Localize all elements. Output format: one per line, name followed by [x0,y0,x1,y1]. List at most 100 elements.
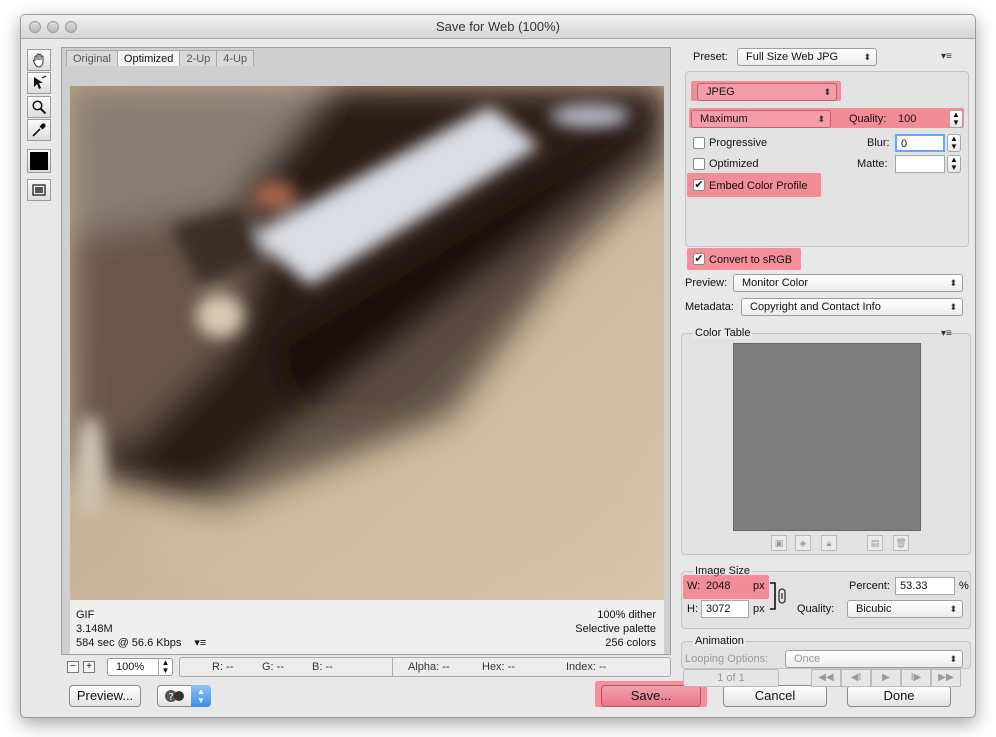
chevron-updown-icon: ⬍ [863,52,871,62]
next-frame-button[interactable]: I▶ [901,669,931,687]
preview-in-browser-button[interactable]: Preview... [69,685,141,707]
done-button[interactable]: Done [847,685,951,707]
progressive-checkbox[interactable] [693,137,705,149]
blur-stepper[interactable]: ▲ ▼ [947,134,961,152]
blur-label: Blur: [867,137,890,149]
optimized-checkbox[interactable] [693,158,705,170]
quality-input[interactable]: 100 [893,110,949,128]
resample-quality-label: Quality: [797,603,835,615]
tab-original[interactable]: Original [66,50,118,66]
image-info-bar: GIF 3.148M 584 sec @ 56.6 Kbps ▾≡ 100% d… [70,600,664,654]
play-button[interactable]: ▶ [871,669,901,687]
color-table-menu-icon[interactable]: ▾≡ [941,328,952,339]
pixel-info-bar: R: -- G: -- B: -- Alpha: -- Hex: -- Inde… [179,657,671,677]
blue-value: B: -- [312,661,333,673]
looping-options-select[interactable]: Once ⬍ [785,650,963,668]
zoom-in-button[interactable]: + [83,661,95,673]
eyedropper-tool-icon [32,123,46,137]
chevron-updown-icon: ⬍ [949,278,957,288]
new-color-icon[interactable]: ▤ [867,535,883,551]
window-title: Save for Web (100%) [435,19,561,34]
file-format-value: JPEG [706,86,735,98]
optimization-settings-panel: Preset: Full Size Web JPG ⬍ ▾≡ JPEG ⬍ Maxi… [681,47,971,687]
preview-label: Preview: [685,277,728,289]
download-speed-menu-icon[interactable]: ▾≡ [194,637,206,649]
first-frame-button[interactable]: ◀◀ [811,669,841,687]
colors-info: 256 colors [605,637,656,649]
toggle-slices-icon [32,184,46,196]
tab-2-up[interactable]: 2-Up [179,50,218,66]
progressive-label: Progressive [709,137,768,149]
zoom-tool-button[interactable] [27,96,51,118]
help-icon: ? [165,690,184,703]
height-unit: px [753,603,765,615]
resample-quality-select[interactable]: Bicubic ⬍ [847,600,963,618]
animation-title: Animation [693,635,746,647]
zoom-stepper-icon: ▲ ▼ [158,658,172,676]
hand-tool-button[interactable] [27,49,51,71]
frame-counter: 1 of 1 [683,669,779,687]
hand-tool-icon [33,53,44,68]
compression-quality-select[interactable]: Maximum ⬍ [691,110,831,128]
preset-value: Full Size Web JPG [746,51,839,63]
optimized-image-preview[interactable] [70,86,664,600]
zoom-window-button[interactable] [65,21,77,33]
previous-frame-button[interactable]: ◀I [841,669,871,687]
width-input[interactable]: 2048 [701,577,749,595]
quality-stepper[interactable]: ▲ ▼ [949,110,963,128]
save-for-web-window: Save for Web (100%) Original Optimized 2… [20,14,976,718]
preset-label: Preset: [693,51,728,63]
alpha-value: Alpha: -- [408,661,450,673]
matte-swatch[interactable] [895,155,945,173]
zoom-level-value: 100% [116,661,145,673]
eyedropper-color-swatch[interactable] [27,149,51,173]
zoom-level-select[interactable]: 100% ▲ ▼ [107,658,173,676]
constrain-proportions-link-icon[interactable] [769,581,793,611]
color-table-swatches[interactable] [733,343,921,531]
zoom-out-button[interactable]: − [67,661,79,673]
looping-options-label: Looping Options: [685,653,769,665]
width-label: W: [687,580,701,592]
chevron-updown-icon: ⬍ [817,114,825,124]
convert-to-srgb-label: Convert to sRGB [709,254,793,266]
tab-4-up[interactable]: 4-Up [216,50,255,66]
preview-color-select[interactable]: Monitor Color ⬍ [733,274,963,292]
preset-select[interactable]: Full Size Web JPG ⬍ [737,48,877,66]
palette-info: Selective palette [575,623,656,635]
close-window-button[interactable] [29,21,41,33]
blur-input[interactable]: 0 [895,134,945,152]
percent-unit: % [959,580,969,592]
metadata-select[interactable]: Copyright and Contact Info ⬍ [741,298,963,316]
map-transparency-icon[interactable]: ▣ [771,535,787,551]
matte-stepper[interactable]: ▲ ▼ [947,155,961,173]
view-tabs: Original Optimized 2-Up 4-Up [66,50,255,66]
last-frame-button[interactable]: ▶▶ [931,669,961,687]
trash-icon[interactable]: 🗑︎ [893,535,909,551]
chevron-updown-icon: ⬍ [949,654,957,664]
bottom-button-row: Preview... ? ▲ ▼ Save... Cancel Done [21,681,975,715]
minimize-window-button[interactable] [47,21,59,33]
dither-info: 100% dither [597,609,656,621]
file-format-select[interactable]: JPEG ⬍ [697,83,837,101]
settings-menu-icon[interactable]: ▾≡ [941,51,952,62]
convert-to-srgb-checkbox[interactable]: ✔ [693,253,705,265]
toolbox [27,49,53,202]
chevron-updown-icon: ⬍ [823,87,831,97]
tab-optimized[interactable]: Optimized [116,50,181,66]
eyedropper-tool-button[interactable] [27,119,51,141]
download-time: 584 sec @ 56.6 Kbps [76,637,182,649]
percent-input[interactable]: 53.33 [895,577,955,595]
lock-color-icon[interactable]: 🔒︎ [821,535,837,551]
help-button[interactable]: ? ▲ ▼ [157,685,211,707]
web-snap-icon[interactable]: ◈ [795,535,811,551]
height-input[interactable]: 3072 [701,600,749,618]
divider [392,658,393,676]
zoom-tool-icon [32,100,47,115]
matte-label: Matte: [857,158,888,170]
toggle-slices-button[interactable] [27,179,51,201]
slice-select-tool-button[interactable] [27,72,51,94]
embed-color-profile-checkbox[interactable]: ✔ [693,179,705,191]
cancel-button[interactable]: Cancel [723,685,827,707]
chevron-updown-icon: ⬍ [949,302,957,312]
save-button[interactable]: Save... [601,685,701,707]
